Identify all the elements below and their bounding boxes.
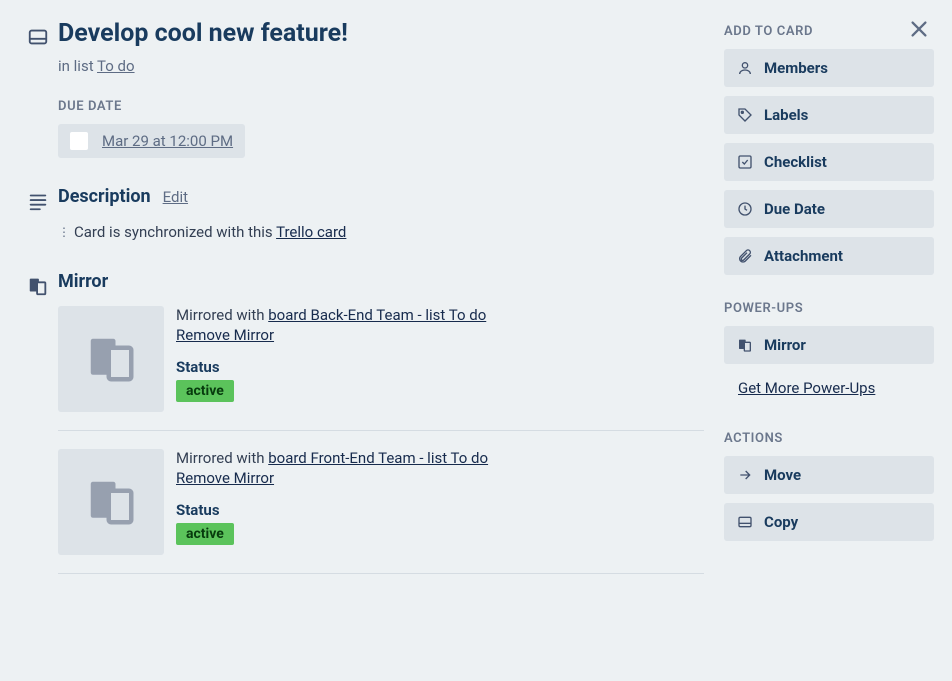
button-label: Attachment <box>764 247 843 265</box>
move-button[interactable]: Move <box>724 456 934 494</box>
button-label: Members <box>764 59 828 77</box>
mirror-powerup-button[interactable]: Mirror <box>724 326 934 364</box>
actions-heading: ACTIONS <box>724 431 934 446</box>
due-date-chip[interactable]: Mar 29 at 12:00 PM <box>58 124 245 158</box>
button-label: Labels <box>764 106 808 124</box>
mirror-status-label: Status <box>176 358 486 376</box>
mirror-icon <box>27 275 49 297</box>
checklist-button[interactable]: Checklist <box>724 143 934 181</box>
button-label: Copy <box>764 513 798 531</box>
mirror-icon <box>737 337 753 353</box>
mirror-thumbnail[interactable] <box>58 306 164 412</box>
edit-description-link[interactable]: Edit <box>163 188 188 206</box>
drag-handle-icon: ⋮ <box>58 223 64 241</box>
due-date-label: DUE DATE <box>58 99 704 114</box>
remove-mirror-link[interactable]: Remove Mirror <box>176 326 274 344</box>
card-list-location: in list To do <box>58 57 704 75</box>
due-date-button[interactable]: Due Date <box>724 190 934 228</box>
trello-card-link[interactable]: Trello card <box>276 223 346 241</box>
mirror-thumbnail[interactable] <box>58 449 164 555</box>
checklist-icon <box>737 154 753 170</box>
button-label: Mirror <box>764 336 806 354</box>
mirror-item: Mirrored with board Front-End Team - lis… <box>58 449 704 574</box>
close-button[interactable] <box>908 18 930 40</box>
attachment-icon <box>737 248 753 264</box>
labels-button[interactable]: Labels <box>724 96 934 134</box>
mirror-status-label: Status <box>176 501 488 519</box>
card-icon <box>27 26 49 48</box>
members-icon <box>737 60 753 76</box>
mirror-status-badge: active <box>176 523 234 545</box>
mirror-heading: Mirror <box>58 271 704 292</box>
mirror-target-link[interactable]: board Front-End Team - list To do <box>268 449 488 467</box>
powerups-heading: POWER-UPS <box>724 301 934 316</box>
card-title[interactable]: Develop cool new feature! <box>58 18 704 51</box>
mirror-item: Mirrored with board Back-End Team - list… <box>58 306 704 431</box>
description-icon <box>27 190 49 212</box>
mirror-target-link[interactable]: board Back-End Team - list To do <box>268 306 486 324</box>
arrow-right-icon <box>737 467 753 483</box>
due-date-checkbox[interactable] <box>70 132 88 150</box>
copy-button[interactable]: Copy <box>724 503 934 541</box>
mirror-thumb-icon <box>84 332 138 386</box>
list-link[interactable]: To do <box>97 57 135 75</box>
close-icon <box>908 18 930 40</box>
add-to-card-heading: ADD TO CARD <box>724 24 934 39</box>
members-button[interactable]: Members <box>724 49 934 87</box>
button-label: Checklist <box>764 153 827 171</box>
mirror-thumb-icon <box>84 475 138 529</box>
mirror-status-badge: active <box>176 380 234 402</box>
due-date-text: Mar 29 at 12:00 PM <box>102 132 233 150</box>
button-label: Move <box>764 466 801 484</box>
description-body: ⋮ Card is synchronized with this Trello … <box>58 221 704 244</box>
labels-icon <box>737 107 753 123</box>
attachment-button[interactable]: Attachment <box>724 237 934 275</box>
description-heading: Description <box>58 186 151 207</box>
get-more-powerups-link[interactable]: Get More Power-Ups <box>738 379 875 397</box>
button-label: Due Date <box>764 200 825 218</box>
clock-icon <box>737 201 753 217</box>
remove-mirror-link[interactable]: Remove Mirror <box>176 469 274 487</box>
card-icon <box>737 514 753 530</box>
